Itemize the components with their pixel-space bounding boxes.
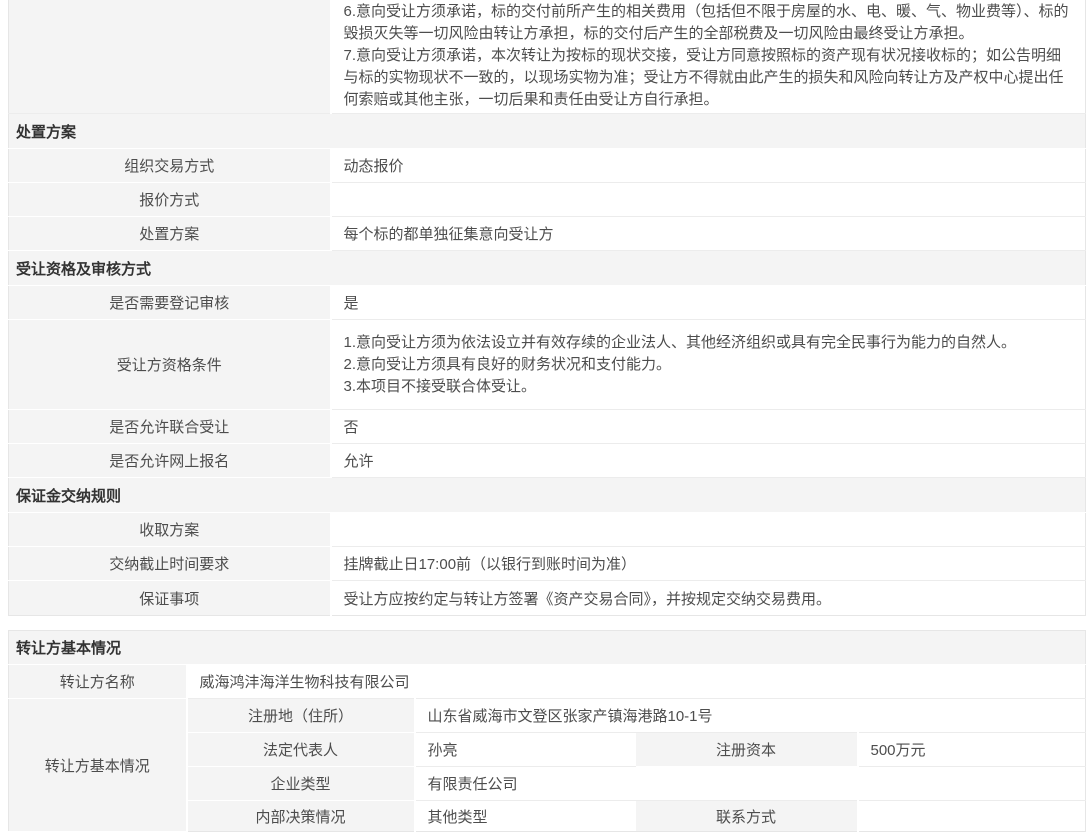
- label-transferor-name: 转让方名称: [9, 665, 187, 699]
- value-online-signup: 允许: [331, 444, 1086, 478]
- transferor-info-table: 转让方基本情况 转让方名称 威海鸿沣海洋生物科技有限公司 转让方基本情况 注册地…: [8, 630, 1086, 832]
- label-registered-address: 注册地（住所）: [187, 699, 415, 733]
- table-row: 转让方基本情况 注册地（住所） 山东省威海市文登区张家产镇海港路10-1号: [9, 699, 1086, 733]
- label-collection-plan: 收取方案: [9, 513, 331, 547]
- value-registration-review: 是: [331, 286, 1086, 320]
- value-registered-capital: 500万元: [858, 733, 1086, 767]
- label-disposal-plan: 处置方案: [9, 217, 331, 251]
- value-organize-trade-method: 动态报价: [331, 149, 1086, 183]
- section-header-row: 保证金交纳规则: [9, 478, 1086, 513]
- condition-line-3: 3.本项目不接受联合体受让。: [344, 376, 1074, 398]
- commitment-note-6: 6.意向受让方须承诺，标的交付前所产生的相关费用（包括但不限于房屋的水、电、暖、…: [344, 1, 1074, 45]
- section-title-qualification: 受让资格及审核方式: [9, 251, 1086, 286]
- value-transferor-name: 威海鸿沣海洋生物科技有限公司: [187, 665, 1086, 699]
- value-disposal-plan: 每个标的都单独征集意向受让方: [331, 217, 1086, 251]
- table-row: 是否允许网上报名 允许: [9, 444, 1086, 478]
- label-transferee-conditions: 受让方资格条件: [9, 320, 331, 410]
- listing-detail-page: 6.意向受让方须承诺，标的交付前所产生的相关费用（包括但不限于房屋的水、电、暖、…: [0, 0, 1092, 832]
- commitment-note-7: 7.意向受让方须承诺，本次转让为按标的现状交接，受让方同意按照标的资产现有状况接…: [344, 45, 1074, 111]
- label-online-signup: 是否允许网上报名: [9, 444, 331, 478]
- value-transferee-conditions: 1.意向受让方须为依法设立并有效存续的企业法人、其他经济组织或具有完全民事行为能…: [331, 320, 1086, 410]
- section-title-deposit-rules: 保证金交纳规则: [9, 478, 1086, 513]
- label-quote-method: 报价方式: [9, 183, 331, 217]
- condition-line-2: 2.意向受让方须具有良好的财务状况和支付能力。: [344, 354, 1074, 376]
- table-row: 处置方案 每个标的都单独征集意向受让方: [9, 217, 1086, 251]
- listing-terms-table: 6.意向受让方须承诺，标的交付前所产生的相关费用（包括但不限于房屋的水、电、暖、…: [8, 0, 1086, 616]
- value-internal-decision: 其他类型: [415, 801, 636, 832]
- value-legal-representative: 孙亮: [415, 733, 636, 767]
- section-title-disposal-plan: 处置方案: [9, 114, 1086, 149]
- table-row: 交纳截止时间要求 挂牌截止日17:00前（以银行到账时间为准）: [9, 547, 1086, 581]
- label-transferor-basic-info-group: 转让方基本情况: [9, 699, 187, 832]
- table-row: 组织交易方式 动态报价: [9, 149, 1086, 183]
- label-payment-deadline: 交纳截止时间要求: [9, 547, 331, 581]
- section-title-transferor-info: 转让方基本情况: [9, 631, 1086, 665]
- section-header-row: 受让资格及审核方式: [9, 251, 1086, 286]
- table-row: 转让方名称 威海鸿沣海洋生物科技有限公司: [9, 665, 1086, 699]
- condition-line-1: 1.意向受让方须为依法设立并有效存续的企业法人、其他经济组织或具有完全民事行为能…: [344, 332, 1074, 354]
- value-joint-transfer: 否: [331, 410, 1086, 444]
- section-header-row: 处置方案: [9, 114, 1086, 149]
- label-internal-decision: 内部决策情况: [187, 801, 415, 832]
- value-guarantee-items: 受让方应按约定与转让方签署《资产交易合同》，并按规定交纳交易费用。: [331, 581, 1086, 616]
- value-payment-deadline: 挂牌截止日17:00前（以银行到账时间为准）: [331, 547, 1086, 581]
- table-row: 是否需要登记审核 是: [9, 286, 1086, 320]
- section-header-row: 转让方基本情况: [9, 631, 1086, 665]
- label-registered-capital: 注册资本: [636, 733, 858, 767]
- table-row: 6.意向受让方须承诺，标的交付前所产生的相关费用（包括但不限于房屋的水、电、暖、…: [9, 0, 1086, 114]
- label-legal-representative: 法定代表人: [187, 733, 415, 767]
- value-quote-method: [331, 183, 1086, 217]
- table-row: 受让方资格条件 1.意向受让方须为依法设立并有效存续的企业法人、其他经济组织或具…: [9, 320, 1086, 410]
- commitment-notes-cell: 6.意向受让方须承诺，标的交付前所产生的相关费用（包括但不限于房屋的水、电、暖、…: [331, 0, 1086, 114]
- label-organize-trade-method: 组织交易方式: [9, 149, 331, 183]
- table-row: 是否允许联合受让 否: [9, 410, 1086, 444]
- table-row: 保证事项 受让方应按约定与转让方签署《资产交易合同》，并按规定交纳交易费用。: [9, 581, 1086, 616]
- label-guarantee-items: 保证事项: [9, 581, 331, 616]
- value-collection-plan: [331, 513, 1086, 547]
- label-contact-method: 联系方式: [636, 801, 858, 832]
- preamble-label-cell: [9, 0, 331, 114]
- value-registered-address: 山东省威海市文登区张家产镇海港路10-1号: [415, 699, 1086, 733]
- table-row: 收取方案: [9, 513, 1086, 547]
- label-registration-review: 是否需要登记审核: [9, 286, 331, 320]
- value-contact-method: [858, 801, 1086, 832]
- label-company-type: 企业类型: [187, 767, 415, 801]
- label-joint-transfer: 是否允许联合受让: [9, 410, 331, 444]
- table-row: 报价方式: [9, 183, 1086, 217]
- value-company-type: 有限责任公司: [415, 767, 1086, 801]
